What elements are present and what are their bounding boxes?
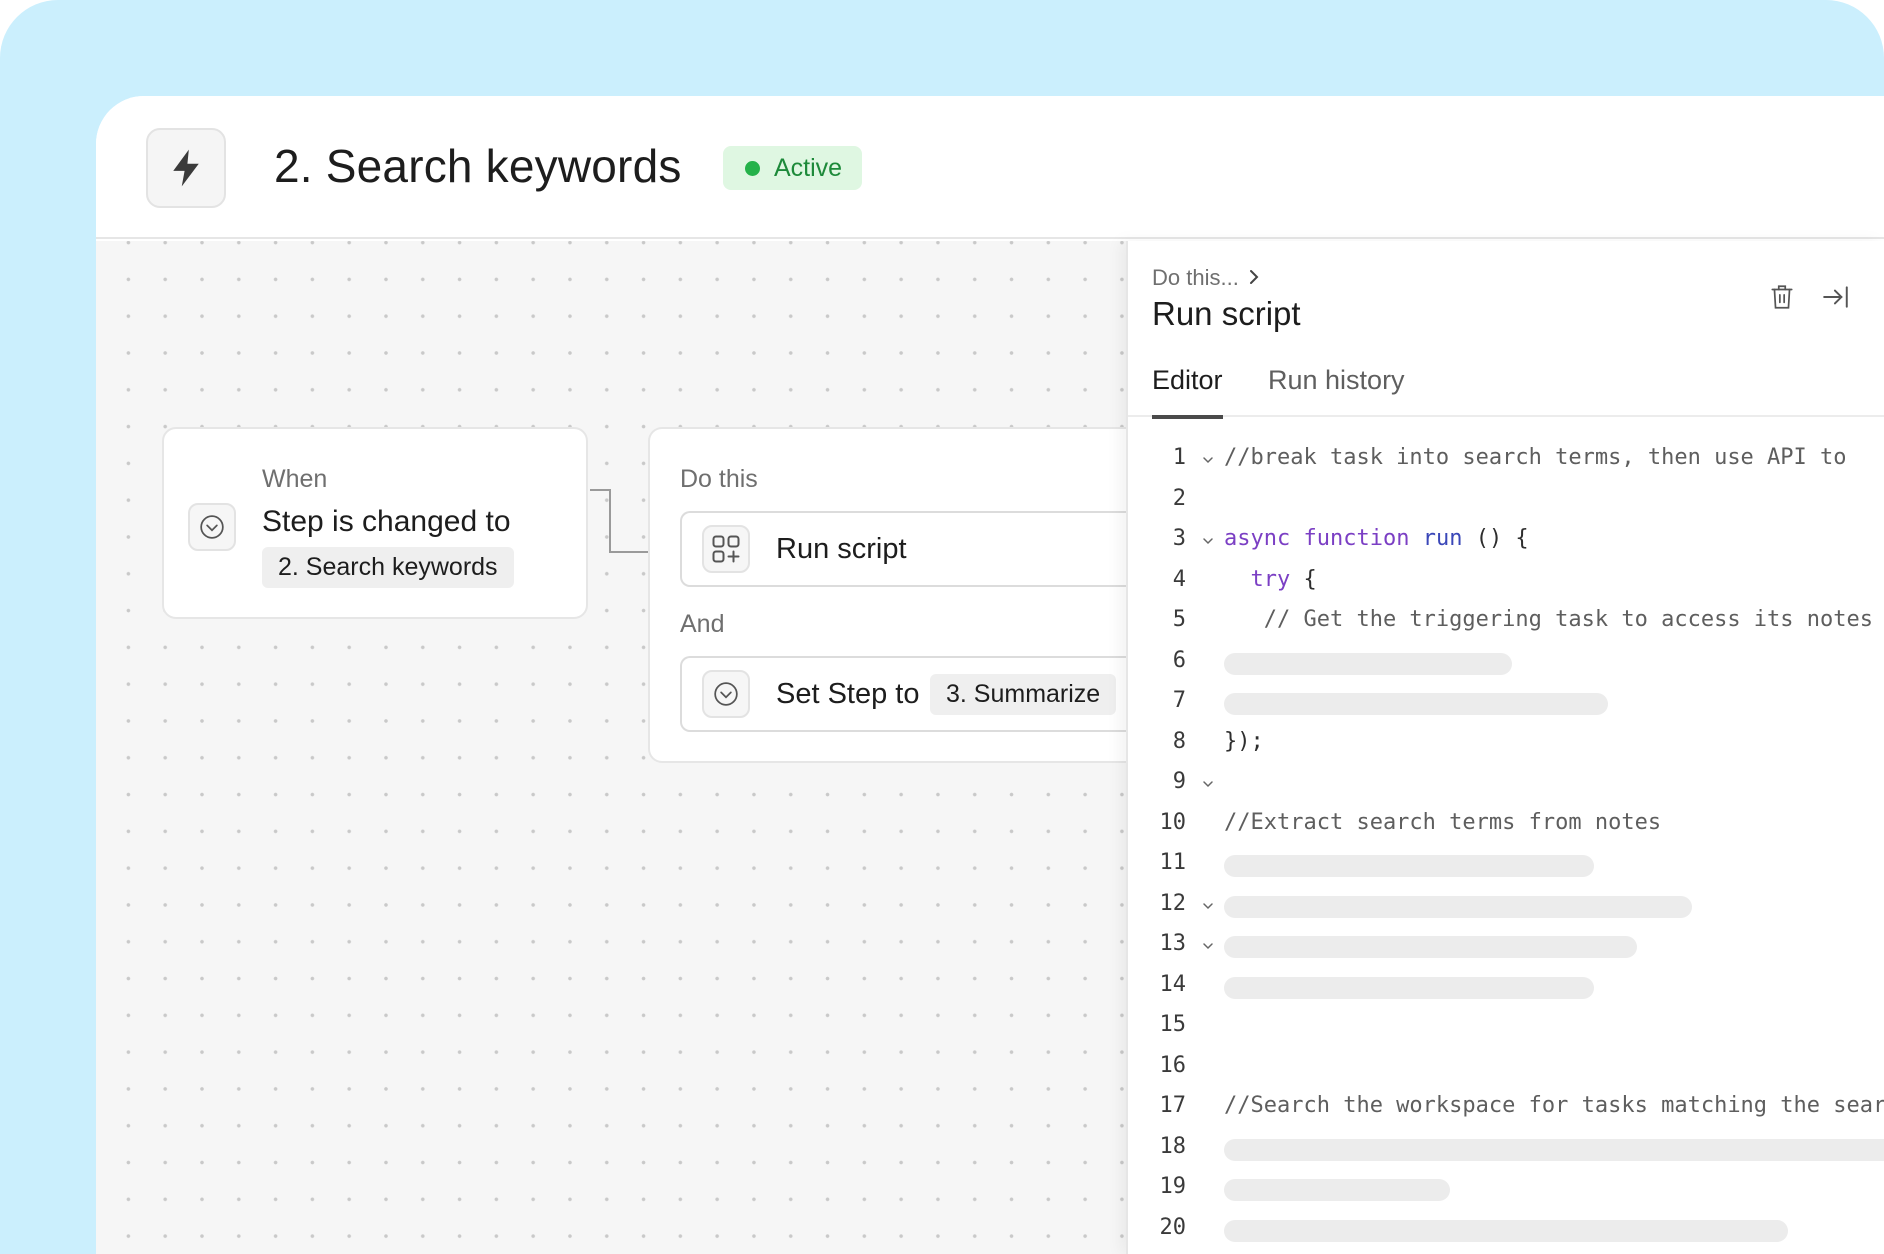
line-number: 11 [1159, 850, 1187, 875]
code-text: //break task into search terms, then use… [1224, 445, 1847, 470]
set-step-value-chip[interactable]: 3. Summarize [930, 674, 1117, 715]
lightning-bolt-icon [146, 128, 226, 208]
set-step-action[interactable]: Set Step to 3. Summarize [680, 656, 1160, 732]
code-placeholder [1224, 855, 1594, 877]
code-text: async function run () { [1224, 526, 1529, 551]
script-panel: Do this... Run script Editor Run history… [1126, 241, 1884, 1254]
code-line[interactable]: 4 try { [1128, 559, 1884, 599]
code-line[interactable]: 19 [1128, 1166, 1884, 1206]
line-number: 12 [1159, 890, 1187, 916]
set-step-label: Set Step to [776, 678, 920, 710]
code-placeholder [1224, 936, 1637, 958]
page-header: 2. Search keywords Active [96, 96, 1884, 239]
status-badge[interactable]: Active [723, 146, 863, 190]
code-line[interactable]: 18 [1128, 1126, 1884, 1166]
status-dot-icon [745, 160, 760, 176]
line-number: 9 [1172, 769, 1186, 794]
breadcrumb-label: Do this... [1152, 265, 1239, 290]
run-script-action[interactable]: Run script [680, 511, 1160, 587]
fold-chevron-icon[interactable] [1202, 526, 1214, 550]
trigger-card[interactable]: When Step is changed to 2. Search keywor… [162, 427, 588, 619]
line-number: 19 [1159, 1174, 1187, 1199]
chevron-right-icon [1249, 265, 1259, 291]
code-text: try { [1250, 566, 1317, 592]
fold-chevron-icon[interactable] [1202, 769, 1214, 793]
code-line[interactable]: 11 [1128, 842, 1884, 882]
code-placeholder [1224, 895, 1692, 918]
code-line[interactable]: 5 // Get the triggering task to access i… [1128, 599, 1884, 639]
trigger-value-chip[interactable]: 2. Search keywords [262, 547, 514, 588]
line-number: 3 [1172, 526, 1186, 551]
tab-run-history[interactable]: Run history [1268, 365, 1405, 417]
trigger-condition: Step is changed to [262, 505, 511, 538]
line-number: 7 [1172, 688, 1186, 713]
code-line[interactable]: 3 async function run () { [1128, 518, 1884, 558]
code-line[interactable]: 20 [1128, 1207, 1884, 1247]
when-label: When [262, 465, 328, 493]
action-card[interactable]: Do this Run script And Set Step to 3. Su… [648, 427, 1160, 763]
code-placeholder [1224, 652, 1512, 675]
code-placeholder [1224, 1179, 1450, 1201]
fold-chevron-icon[interactable] [1202, 931, 1214, 955]
code-line[interactable]: 1 //break task into search terms, then us… [1128, 437, 1884, 477]
chevron-circle-icon [702, 670, 750, 718]
code-line[interactable]: 14 [1128, 964, 1884, 1004]
code-line[interactable]: 15 [1128, 1004, 1884, 1044]
status-label: Active [774, 153, 843, 182]
code-line[interactable]: 9 [1128, 761, 1884, 801]
collapse-panel-icon[interactable] [1818, 279, 1854, 315]
panel-title: Run script [1152, 295, 1301, 332]
page-title: 2. Search keywords [274, 140, 682, 192]
line-number: 20 [1159, 1214, 1187, 1240]
code-text: //Extract search terms from notes [1224, 809, 1662, 835]
background-frame: 2. Search keywords Active When Step is c… [0, 0, 1884, 1254]
tab-editor[interactable]: Editor [1152, 365, 1223, 419]
code-line[interactable]: 10 //Extract search terms from notes [1128, 802, 1884, 842]
line-number: 18 [1159, 1133, 1187, 1159]
connector-line [590, 489, 650, 553]
line-number: 16 [1159, 1052, 1187, 1078]
line-number: 5 [1172, 607, 1186, 632]
code-line[interactable]: 17 //Search the workspace for tasks match… [1128, 1085, 1884, 1125]
code-line[interactable]: 6 [1128, 640, 1884, 680]
apps-plus-icon [702, 525, 750, 573]
fold-chevron-icon[interactable] [1202, 445, 1214, 469]
chevron-circle-icon [188, 503, 236, 551]
code-placeholder [1224, 1219, 1788, 1242]
line-number: 4 [1172, 566, 1186, 592]
code-line[interactable]: 8}); [1128, 721, 1884, 761]
app-window: 2. Search keywords Active When Step is c… [96, 96, 1884, 1254]
code-text: //Search the workspace for tasks matchin… [1224, 1093, 1884, 1118]
panel-tabs: Editor Run history [1128, 365, 1884, 419]
code-text: // Get the triggering task to access its… [1224, 607, 1874, 632]
trash-icon[interactable] [1764, 279, 1800, 315]
workflow-canvas[interactable]: When Step is changed to 2. Search keywor… [96, 241, 1160, 1254]
line-number: 17 [1159, 1093, 1187, 1118]
breadcrumb[interactable]: Do this... [1152, 265, 1259, 291]
code-placeholder [1224, 1138, 1884, 1161]
and-label: And [680, 610, 725, 638]
line-number: 13 [1159, 931, 1187, 956]
code-line[interactable]: 2 [1128, 478, 1884, 518]
line-number: 1 [1172, 445, 1186, 470]
line-number: 10 [1159, 809, 1187, 835]
line-number: 8 [1172, 728, 1186, 754]
line-number: 14 [1159, 971, 1187, 997]
line-number: 15 [1159, 1012, 1187, 1037]
code-text: }); [1224, 728, 1264, 754]
do-this-label: Do this [680, 465, 758, 493]
code-placeholder [1224, 976, 1594, 999]
code-line[interactable]: 12 [1128, 883, 1884, 923]
code-line[interactable]: 7 [1128, 680, 1884, 720]
code-placeholder [1224, 693, 1608, 715]
line-number: 2 [1172, 485, 1186, 511]
code-line[interactable]: 13 [1128, 923, 1884, 963]
fold-chevron-icon[interactable] [1202, 891, 1214, 915]
line-number: 6 [1172, 647, 1186, 673]
run-script-label: Run script [776, 533, 907, 565]
code-line[interactable]: 16 [1128, 1045, 1884, 1085]
